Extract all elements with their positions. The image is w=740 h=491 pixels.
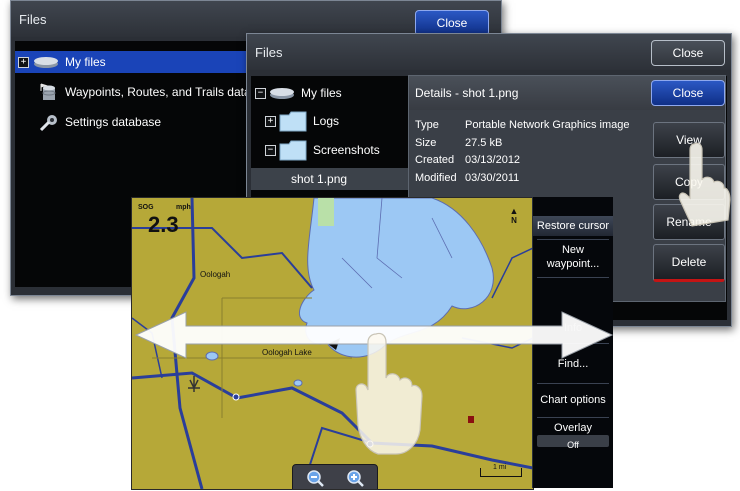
collapse-icon[interactable]: − bbox=[255, 88, 266, 99]
menu-item-label: waypoint... bbox=[546, 258, 600, 270]
overlay-toggle[interactable]: Off bbox=[537, 435, 609, 450]
tree-item-label: Waypoints, Routes, and Trails data bbox=[65, 85, 251, 99]
tree-item-my-files[interactable]: + My files bbox=[15, 51, 251, 73]
wrench-gear-icon bbox=[39, 115, 57, 132]
scale-bar: 1 mi bbox=[480, 464, 522, 477]
zoom-out-icon[interactable] bbox=[305, 468, 325, 488]
delete-button[interactable]: Delete bbox=[653, 244, 725, 282]
menu-divider bbox=[537, 239, 609, 240]
tree-item-label: shot 1.png bbox=[291, 172, 348, 186]
north-arrow-icon: ▲ bbox=[509, 206, 519, 216]
details-title: Details - shot 1.png bbox=[415, 86, 519, 100]
menu-item-new-waypoint[interactable]: New waypoint... bbox=[533, 243, 613, 271]
close-button[interactable]: Close bbox=[651, 40, 725, 66]
expand-icon[interactable]: + bbox=[18, 57, 29, 68]
detail-key-type: Type bbox=[415, 119, 439, 131]
detail-key-created: Created bbox=[415, 154, 455, 166]
menu-item-label: New bbox=[561, 244, 584, 256]
detail-value-size: 27.5 kB bbox=[465, 137, 503, 149]
detail-value-modified: 03/30/2011 bbox=[465, 172, 520, 184]
window-title: Files bbox=[255, 45, 283, 60]
sog-value: 2.3 bbox=[148, 212, 179, 237]
folder-icon bbox=[279, 140, 307, 161]
north-label: N bbox=[511, 216, 517, 225]
database-icon bbox=[40, 83, 56, 100]
menu-divider bbox=[537, 383, 609, 384]
menu-item-restore-cursor[interactable]: Restore cursor bbox=[533, 216, 613, 236]
tap-hand-icon bbox=[678, 142, 731, 227]
menu-divider bbox=[537, 417, 609, 418]
tree-item-label: Logs bbox=[313, 114, 340, 128]
zoom-in-icon[interactable] bbox=[345, 468, 365, 488]
drive-icon bbox=[34, 57, 58, 68]
detail-value-created: 03/13/2012 bbox=[465, 154, 521, 166]
sog-unit: mph bbox=[176, 204, 191, 211]
menu-divider bbox=[537, 277, 609, 278]
menu-item-chart-options[interactable]: Chart options bbox=[533, 393, 613, 407]
expand-icon[interactable]: + bbox=[265, 116, 276, 127]
collapse-icon[interactable]: − bbox=[265, 145, 276, 156]
swipe-hand-icon bbox=[355, 332, 423, 455]
tree-item-label: Screenshots bbox=[313, 143, 380, 157]
tree-item-label: Settings database bbox=[65, 115, 162, 129]
detail-key-size: Size bbox=[415, 137, 437, 149]
window-title: Files bbox=[19, 12, 47, 27]
overlay-state: Off bbox=[567, 440, 579, 450]
scale-label: 1 mi bbox=[493, 464, 507, 471]
drive-icon bbox=[270, 88, 294, 99]
detail-key-modified: Modified bbox=[415, 172, 457, 184]
tree-item-shot-1[interactable]: shot 1.png bbox=[251, 168, 411, 190]
details-close-button[interactable]: Close bbox=[651, 80, 725, 106]
menu-item-overlay[interactable]: Overlay bbox=[533, 421, 613, 435]
tree-item-label: My files bbox=[65, 55, 106, 69]
folder-icon bbox=[279, 111, 307, 132]
detail-value-type: Portable Network Graphics image bbox=[465, 119, 630, 131]
tree-item-label: My files bbox=[301, 86, 342, 100]
place-oologah: Oologah bbox=[200, 270, 231, 279]
zoom-controls bbox=[292, 464, 378, 489]
north-indicator: ▲ N bbox=[506, 206, 522, 236]
sog-label: SOG bbox=[138, 204, 154, 211]
